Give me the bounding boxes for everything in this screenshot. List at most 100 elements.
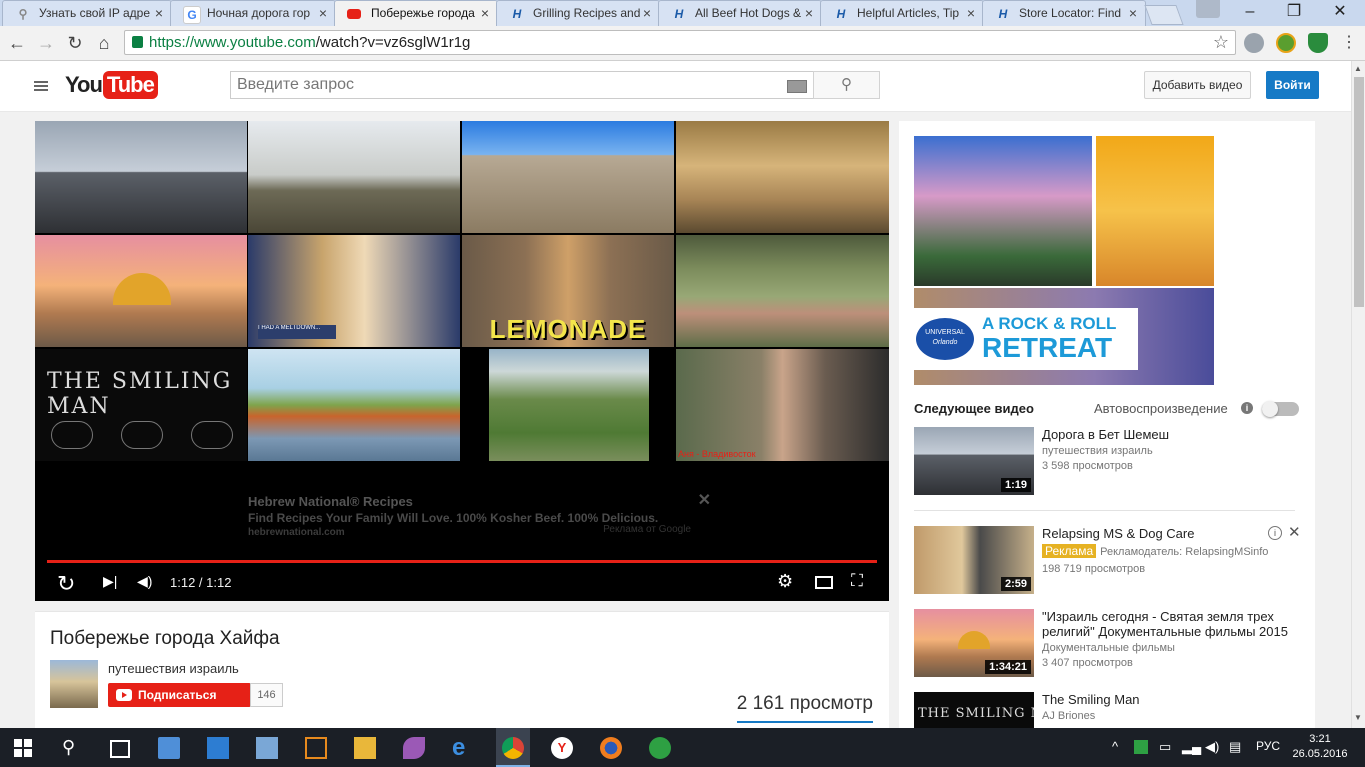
related-video-item[interactable]: 1:19 Дорога в Бет Шемеш путешествия изра… [914, 427, 1304, 497]
page-scrollbar[interactable]: ▲ ▼ [1351, 61, 1365, 728]
bookmark-star-icon[interactable]: ☆ [1213, 32, 1229, 53]
video-thumbnail[interactable]: 2:59 [914, 526, 1034, 594]
related-video-title[interactable]: The Smiling Man [1042, 692, 1304, 707]
task-view-icon[interactable] [110, 740, 130, 758]
store-icon[interactable] [207, 737, 229, 759]
related-video-title[interactable]: Relapsing MS & Dog Care [1042, 526, 1304, 541]
radio-app-icon[interactable] [649, 737, 671, 759]
ad-by-google[interactable]: Реклама от Google [603, 524, 691, 535]
firefox-icon[interactable] [600, 737, 622, 759]
autoplay-toggle[interactable] [1262, 401, 1299, 417]
endscreen-video-thumb[interactable] [248, 121, 460, 233]
video-thumbnail[interactable]: THE SMILING MAN [914, 692, 1034, 728]
fullscreen-icon[interactable]: ⛶ [851, 571, 863, 591]
search-icon[interactable]: ⚲ [62, 737, 84, 759]
globe-extension-icon[interactable] [1244, 33, 1264, 53]
scroll-up-icon[interactable]: ▲ [1354, 64, 1362, 73]
related-video-title[interactable]: Дорога в Бет Шемеш [1042, 427, 1304, 442]
browser-tab-active[interactable]: Побережье города × [334, 0, 498, 26]
user-profile-icon[interactable] [1196, 0, 1220, 18]
yandex-browser-icon[interactable]: Y [551, 737, 573, 759]
endscreen-video-thumb[interactable] [35, 235, 247, 347]
scroll-down-icon[interactable]: ▼ [1354, 713, 1362, 722]
browser-tab[interactable]: H Grilling Recipes and × [496, 0, 660, 26]
next-video-icon[interactable]: ▶| [103, 573, 117, 590]
sidebar-ad-banner[interactable]: UNIVERSAL Orlando A ROCK & ROLL RETREAT [914, 136, 1214, 385]
browser-tab[interactable]: H Helpful Articles, Tip × [820, 0, 984, 26]
notification-icon[interactable]: ▤ [1229, 739, 1241, 755]
keyboard-icon[interactable] [787, 80, 807, 93]
language-indicator[interactable]: РУС [1256, 739, 1280, 753]
guide-menu-icon[interactable] [34, 81, 48, 91]
browser-tab[interactable]: H All Beef Hot Dogs & × [658, 0, 822, 26]
ad-close-icon[interactable]: ✕ [698, 490, 711, 510]
video-player[interactable]: I HAD A MELTDOWN... LEMONADE THE SMILING… [35, 121, 889, 601]
endscreen-video-thumb[interactable] [676, 121, 889, 233]
browser-tab[interactable]: G Ночная дорога гор × [170, 0, 336, 26]
dismiss-ad-icon[interactable]: ✕ [1288, 523, 1301, 541]
close-tab-icon[interactable]: × [967, 5, 975, 21]
shield-extension-icon[interactable] [1308, 33, 1328, 53]
info-icon[interactable]: i [1241, 402, 1253, 414]
ad-url[interactable]: hebrewnational.com [248, 527, 345, 538]
address-bar[interactable]: https://www.youtube.com/watch?v=vz6sglW1… [124, 30, 1236, 55]
ad-title[interactable]: Hebrew National® Recipes [248, 494, 413, 509]
endscreen-video-thumb[interactable]: I HAD A MELTDOWN... [248, 235, 460, 347]
search-button[interactable]: ⚲ [813, 71, 880, 99]
tray-expand-icon[interactable]: ^ [1112, 739, 1118, 754]
search-input[interactable] [235, 75, 779, 95]
replay-icon[interactable]: ↻ [57, 571, 75, 597]
media-player-icon[interactable] [158, 737, 180, 759]
battery-icon[interactable]: ▭ [1159, 739, 1171, 755]
related-video-item[interactable]: THE SMILING MAN The Smiling Man AJ Brion… [914, 692, 1304, 728]
back-icon[interactable]: ← [6, 32, 28, 54]
channel-name[interactable]: путешествия израиль [108, 661, 239, 676]
clock[interactable]: 3:21 26.05.2016 [1291, 732, 1349, 762]
related-video-title[interactable]: "Израиль сегодня - Святая земля трех рел… [1042, 609, 1304, 639]
theater-mode-icon[interactable] [815, 576, 833, 589]
upload-button[interactable]: Добавить видео [1144, 71, 1251, 99]
youtube-logo[interactable]: You Tube [65, 71, 158, 102]
endscreen-video-thumb[interactable] [462, 121, 674, 233]
endscreen-video-thumb[interactable]: LEMONADE [462, 235, 674, 347]
folder-icon[interactable] [354, 737, 376, 759]
ad-info-icon[interactable]: i [1268, 526, 1282, 540]
extension-icon[interactable] [1276, 33, 1296, 53]
close-tab-icon[interactable]: × [481, 5, 489, 21]
menu-icon[interactable]: ⋮ [1338, 32, 1360, 54]
browser-tab[interactable]: H Store Locator: Find × [982, 0, 1146, 26]
windows-start-icon[interactable] [14, 737, 36, 759]
video-thumbnail[interactable]: 1:19 [914, 427, 1034, 495]
home-icon[interactable]: ⌂ [93, 32, 115, 54]
endscreen-video-thumb[interactable] [676, 235, 889, 347]
speaker-icon[interactable]: ◀) [1205, 739, 1219, 755]
file-manager-icon[interactable] [305, 737, 327, 759]
minimize-icon[interactable]: – [1228, 0, 1272, 26]
chrome-taskbar-active[interactable] [496, 728, 530, 767]
endscreen-video-thumb[interactable] [35, 121, 247, 233]
related-video-item[interactable]: 1:34:21 "Израиль сегодня - Святая земля … [914, 609, 1304, 679]
close-tab-icon[interactable]: × [805, 5, 813, 21]
progress-bar[interactable] [47, 560, 877, 563]
subscribe-button[interactable]: Подписаться [108, 683, 251, 707]
browser-tab[interactable]: ⚲ Узнать свой IP адре × [2, 0, 172, 26]
settings-gear-icon[interactable]: ⚙ [777, 571, 793, 592]
close-window-icon[interactable]: ✕ [1318, 0, 1362, 26]
endscreen-video-thumb[interactable]: Аня - Владивосток [676, 349, 889, 461]
video-thumbnail[interactable]: 1:34:21 [914, 609, 1034, 677]
endscreen-video-thumb[interactable] [489, 349, 649, 461]
edge-icon[interactable]: e [452, 736, 474, 760]
channel-avatar[interactable] [50, 660, 98, 708]
reload-icon[interactable]: ↻ [64, 32, 86, 54]
close-tab-icon[interactable]: × [1129, 5, 1137, 21]
related-video-ad-item[interactable]: 2:59 Relapsing MS & Dog Care Реклама Рекл… [914, 523, 1304, 596]
network-app-icon[interactable] [256, 737, 278, 759]
volume-icon[interactable]: ◀) [137, 573, 152, 590]
tray-app-icon[interactable] [1134, 740, 1148, 754]
feather-app-icon[interactable] [403, 737, 425, 759]
new-tab-button[interactable] [1144, 5, 1184, 25]
endscreen-video-thumb[interactable]: THE SMILING MAN [35, 349, 247, 461]
scrollbar-thumb[interactable] [1354, 77, 1364, 307]
overlay-ad[interactable]: Hebrew National® Recipes Find Recipes Yo… [248, 490, 711, 542]
close-tab-icon[interactable]: × [155, 5, 163, 21]
